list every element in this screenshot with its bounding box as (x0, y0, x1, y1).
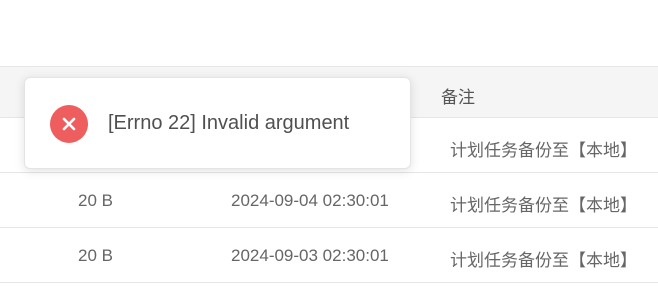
row-time: 2024-09-03 02:30:01 (231, 246, 389, 265)
column-header-note: 备注 (441, 88, 475, 107)
row-note: 计划任务备份至【本地】 (450, 141, 637, 160)
error-message: [Errno 22] Invalid argument (108, 112, 350, 134)
row-note: 计划任务备份至【本地】 (450, 196, 637, 215)
table-row[interactable]: 20 B 2024-09-03 02:30:01 计划任务备份至【本地】 (0, 228, 658, 283)
row-note: 计划任务备份至【本地】 (450, 251, 637, 270)
close-glyph-icon (62, 117, 76, 131)
row-size: 20 B (78, 191, 113, 210)
row-size: 20 B (78, 246, 113, 265)
error-toast: [Errno 22] Invalid argument (24, 77, 411, 169)
table-row[interactable]: 20 B 2024-09-04 02:30:01 计划任务备份至【本地】 (0, 173, 658, 228)
row-time: 2024-09-04 02:30:01 (231, 191, 389, 210)
error-close-icon (50, 105, 88, 143)
